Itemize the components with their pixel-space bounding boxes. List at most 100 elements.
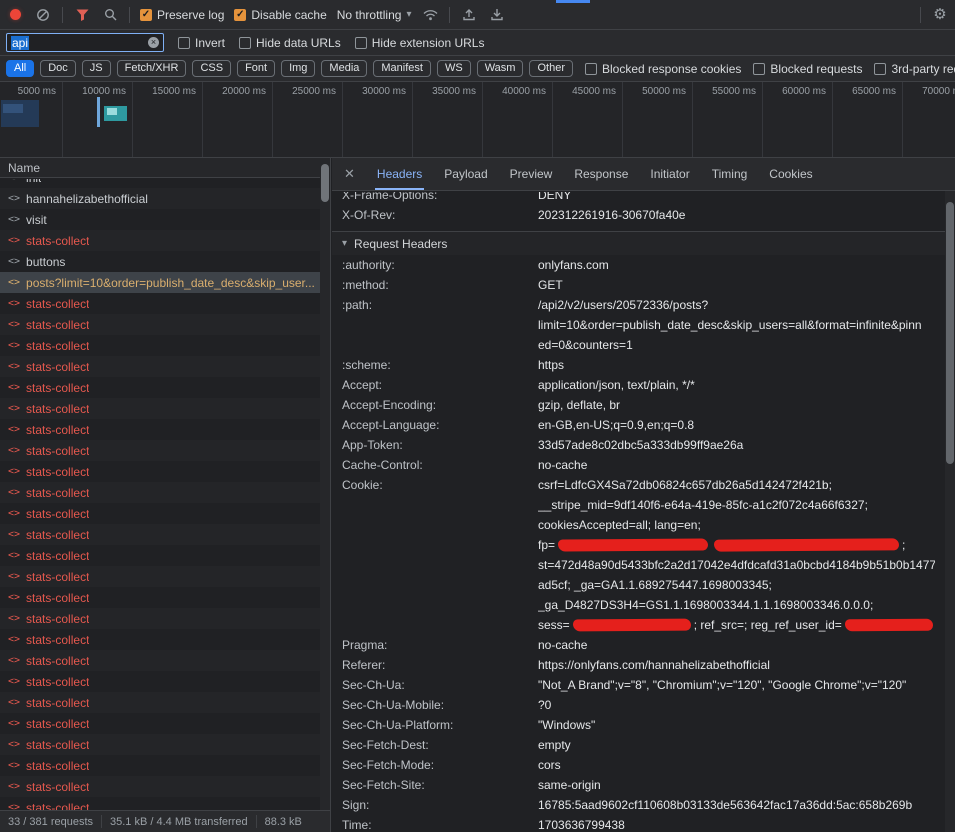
request-row[interactable]: <>stats-collect xyxy=(0,419,320,440)
filter-chip-wasm[interactable]: Wasm xyxy=(477,60,524,77)
filter-chip-font[interactable]: Font xyxy=(237,60,275,77)
request-row[interactable]: <>stats-collect xyxy=(0,566,320,587)
tab-headers[interactable]: Headers xyxy=(377,158,422,190)
blocked-response-cookies-checkbox[interactable]: Blocked response cookies xyxy=(585,62,741,76)
request-row[interactable]: <>hannahelizabethofficial xyxy=(0,188,320,209)
request-row[interactable]: <>stats-collect xyxy=(0,335,320,356)
request-row[interactable]: <>stats-collect xyxy=(0,524,320,545)
header-row: Sign:16785:5aad9602cf110608b03133de56364… xyxy=(332,795,945,815)
request-row[interactable]: <>stats-collect xyxy=(0,734,320,755)
hide-data-urls-checkbox[interactable]: Hide data URLs xyxy=(239,36,341,50)
request-row[interactable]: <>stats-collect xyxy=(0,545,320,566)
request-name: stats-collect xyxy=(26,465,89,479)
filter-chip-other[interactable]: Other xyxy=(529,60,573,77)
column-header-name[interactable]: Name xyxy=(0,158,330,178)
filter-input[interactable]: api × xyxy=(6,33,164,52)
request-row[interactable]: <>stats-collect xyxy=(0,587,320,608)
request-row[interactable]: <>stats-collect xyxy=(0,314,320,335)
clear-button[interactable] xyxy=(34,6,52,24)
details-scrollbar[interactable] xyxy=(945,158,955,832)
blocked-requests-checkbox[interactable]: Blocked requests xyxy=(753,62,862,76)
header-value-text: cookiesAccepted=all; lang=en; xyxy=(538,518,701,532)
request-name: stats-collect xyxy=(26,234,89,248)
request-row[interactable]: <>stats-collect xyxy=(0,398,320,419)
filter-chip-doc[interactable]: Doc xyxy=(40,60,76,77)
tab-cookies[interactable]: Cookies xyxy=(769,158,812,190)
invert-checkbox[interactable]: Invert xyxy=(178,36,225,50)
timeline-tick-label: 5000 ms xyxy=(6,86,56,97)
request-row[interactable]: <>stats-collect xyxy=(0,629,320,650)
request-row[interactable]: <>stats-collect xyxy=(0,377,320,398)
request-list-scrollbar[interactable] xyxy=(320,158,330,810)
header-value-text: ad5cf; _ga=GA1.1.689275447.1698003345; xyxy=(538,578,772,592)
third-party-requests-checkbox[interactable]: 3rd-party requests xyxy=(874,62,955,76)
request-row[interactable]: <>stats-collect xyxy=(0,230,320,251)
filter-chip-img[interactable]: Img xyxy=(281,60,315,77)
request-row[interactable]: <>buttons xyxy=(0,251,320,272)
headers-panel: X-Frame-Options:DENYX-Of-Rev:20231226191… xyxy=(332,192,945,832)
timeline-overview[interactable]: 5000 ms10000 ms15000 ms20000 ms25000 ms3… xyxy=(0,82,955,158)
request-row[interactable]: <>stats-collect xyxy=(0,482,320,503)
disable-cache-checkbox[interactable]: Disable cache xyxy=(234,8,326,22)
scrollbar-thumb[interactable] xyxy=(946,202,954,464)
request-row[interactable]: <>visit xyxy=(0,209,320,230)
request-row[interactable]: <>stats-collect xyxy=(0,293,320,314)
search-button[interactable] xyxy=(101,6,119,24)
request-row[interactable]: <>stats-collect xyxy=(0,440,320,461)
preserve-log-checkbox[interactable]: Preserve log xyxy=(140,8,224,22)
close-icon[interactable]: ✕ xyxy=(344,166,355,182)
header-row: :path:/api2/v2/users/20572336/posts?limi… xyxy=(332,295,945,355)
request-name: stats-collect xyxy=(26,549,89,563)
filter-chip-js[interactable]: JS xyxy=(82,60,111,77)
header-value-text: /api2/v2/users/20572336/posts? xyxy=(538,298,708,312)
tab-timing[interactable]: Timing xyxy=(712,158,748,190)
request-row[interactable]: <>stats-collect xyxy=(0,650,320,671)
hide-extension-urls-checkbox[interactable]: Hide extension URLs xyxy=(355,36,485,50)
tab-payload[interactable]: Payload xyxy=(444,158,487,190)
request-headers-section[interactable]: ▾ Request Headers xyxy=(332,231,945,255)
timeline-gridline xyxy=(832,82,833,157)
filter-chip-all[interactable]: All xyxy=(6,60,34,77)
export-har-button[interactable] xyxy=(488,6,506,24)
tab-response[interactable]: Response xyxy=(574,158,628,190)
record-button[interactable] xyxy=(6,6,24,24)
request-row[interactable]: <>posts?limit=10&order=publish_date_desc… xyxy=(0,272,320,293)
request-row[interactable]: <>stats-collect xyxy=(0,797,320,810)
tab-preview[interactable]: Preview xyxy=(510,158,553,190)
request-row[interactable]: <>stats-collect xyxy=(0,503,320,524)
header-value-text: no-cache xyxy=(538,638,587,652)
request-row[interactable]: <>stats-collect xyxy=(0,356,320,377)
request-row[interactable]: <>stats-collect xyxy=(0,692,320,713)
filter-chip-ws[interactable]: WS xyxy=(437,60,471,77)
checkbox-checked-icon xyxy=(140,9,152,21)
request-row[interactable]: <>stats-collect xyxy=(0,608,320,629)
header-name: App-Token: xyxy=(342,435,538,455)
request-details-panel: ✕ Headers Payload Preview Response Initiator… xyxy=(332,158,955,832)
request-row[interactable]: <>stats-collect xyxy=(0,755,320,776)
filter-chip-media[interactable]: Media xyxy=(321,60,367,77)
request-type-icon: <> xyxy=(8,571,20,582)
header-row: App-Token:33d57ade8c02dbc5a333db99ff9ae2… xyxy=(332,435,945,455)
waterfall-activity-bar xyxy=(97,97,100,127)
header-value: https xyxy=(538,355,935,375)
request-row[interactable]: <>stats-collect xyxy=(0,776,320,797)
throttling-dropdown[interactable]: No throttling ▾ xyxy=(337,8,412,22)
header-row: Time:1703636799438 xyxy=(332,815,945,832)
settings-button[interactable]: ⚙ xyxy=(931,6,949,24)
import-har-icon xyxy=(462,8,476,21)
tab-initiator[interactable]: Initiator xyxy=(650,158,689,190)
network-conditions-button[interactable] xyxy=(421,6,439,24)
filter-chip-manifest[interactable]: Manifest xyxy=(373,60,431,77)
filter-chip-fetch-xhr[interactable]: Fetch/XHR xyxy=(117,60,187,77)
import-har-button[interactable] xyxy=(460,6,478,24)
header-name: Pragma: xyxy=(342,635,538,655)
filter-clear-icon[interactable]: × xyxy=(148,37,159,48)
scrollbar-thumb[interactable] xyxy=(321,164,329,202)
filter-button[interactable] xyxy=(73,6,91,24)
request-row[interactable]: <>init xyxy=(0,179,320,188)
request-row[interactable]: <>stats-collect xyxy=(0,671,320,692)
timeline-tick-label: 50000 ms xyxy=(636,86,686,97)
request-row[interactable]: <>stats-collect xyxy=(0,461,320,482)
request-row[interactable]: <>stats-collect xyxy=(0,713,320,734)
filter-chip-css[interactable]: CSS xyxy=(192,60,231,77)
